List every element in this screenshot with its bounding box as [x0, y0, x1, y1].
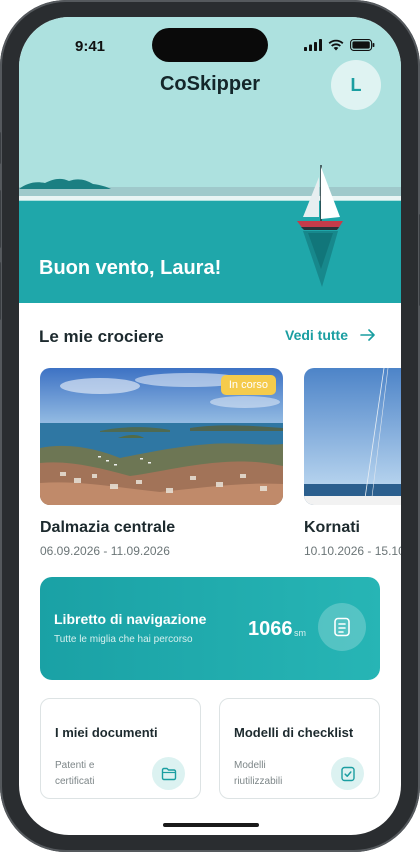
- cruise-photo: In corso: [40, 368, 283, 505]
- tile-title: Modelli di checklist: [234, 725, 354, 740]
- tile-title: I miei documenti: [55, 725, 158, 740]
- logbook-icon-button[interactable]: [318, 603, 366, 651]
- volume-down-button: [0, 262, 1, 320]
- checklist-icon: [340, 766, 355, 781]
- logbook-title: Libretto di navigazione: [54, 611, 207, 627]
- hero-banner: 9:41 CoSkipper L Buon vento, Laura!: [19, 17, 401, 303]
- checklist-templates-tile[interactable]: Modelli di checklist Modelli riutilizzab…: [219, 698, 380, 799]
- cruise-card[interactable]: Kornati 10.10.2026 - 15.10.2026: [304, 368, 401, 558]
- wifi-icon: [328, 39, 344, 51]
- battery-icon: [350, 39, 375, 51]
- greeting-text: Buon vento, Laura!: [39, 257, 222, 279]
- cruise-card[interactable]: In corso Dalmazia centrale 06.09.2026 - …: [40, 368, 283, 558]
- see-all-label: Vedi tutte: [285, 327, 349, 343]
- tile-icon-button: [331, 757, 364, 790]
- logbook-subtitle: Tutte le miglia che hai percorso: [54, 634, 193, 645]
- signal-icon: [304, 39, 322, 51]
- cruise-photo-kornati: [304, 368, 401, 505]
- profile-avatar[interactable]: L: [331, 60, 381, 110]
- status-time: 9:41: [75, 38, 106, 55]
- folder-icon: [161, 767, 176, 780]
- tile-subtitle: Modelli riutilizzabili: [234, 760, 283, 787]
- cruise-dates: 06.09.2026 - 11.09.2026: [40, 544, 170, 558]
- cruise-name: Dalmazia centrale: [40, 519, 176, 536]
- dynamic-island: [152, 28, 268, 62]
- cruises-section-title: Le mie crociere: [39, 327, 164, 346]
- app-screen: 9:41 CoSkipper L Buon vento, Laura! Le m…: [19, 17, 401, 835]
- cruise-name: Kornati: [304, 519, 360, 536]
- tile-icon-button: [152, 757, 185, 790]
- avatar-initial: L: [350, 74, 362, 95]
- action-button: [0, 132, 1, 164]
- miles-value: 1066: [248, 618, 293, 640]
- cruise-dates: 10.10.2026 - 15.10.2026: [304, 544, 401, 558]
- logbook-icon: [334, 617, 350, 637]
- logbook-card[interactable]: Libretto di navigazione Tutte le miglia …: [40, 577, 380, 680]
- status-icons: [304, 39, 375, 51]
- cruise-photo: [304, 368, 401, 505]
- status-badge: In corso: [220, 375, 276, 395]
- see-all-cruises-link[interactable]: Vedi tutte: [285, 327, 376, 343]
- volume-up-button: [0, 190, 1, 248]
- phone-frame: 9:41 CoSkipper L Buon vento, Laura! Le m…: [0, 0, 420, 852]
- arrow-right-icon: [360, 329, 375, 341]
- home-indicator[interactable]: [163, 823, 259, 827]
- documents-tile[interactable]: I miei documenti Patenti e certificati: [40, 698, 201, 799]
- tile-subtitle: Patenti e certificati: [55, 760, 95, 787]
- miles-unit: sm: [294, 628, 306, 638]
